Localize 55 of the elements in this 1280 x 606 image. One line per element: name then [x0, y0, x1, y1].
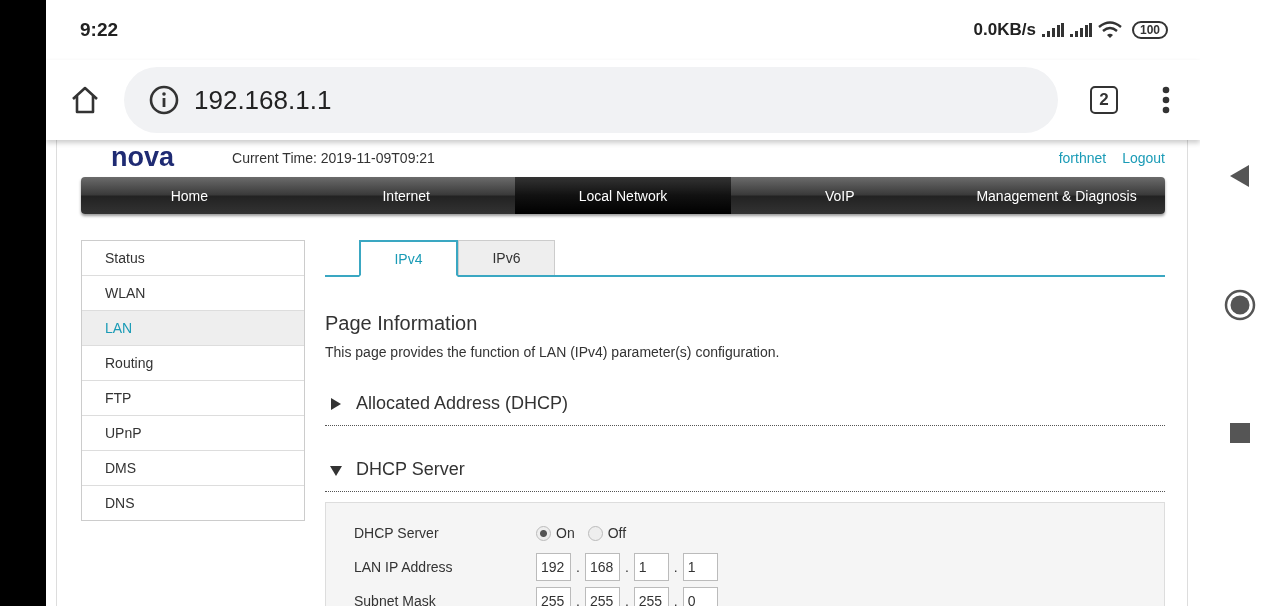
- home-icon[interactable]: [70, 85, 100, 115]
- page-description: This page provides the function of LAN (IPv4) parameter(s) configuration.: [325, 344, 781, 360]
- collapsed-triangle-icon[interactable]: [330, 397, 342, 410]
- sidebar-item[interactable]: DMS: [82, 450, 304, 485]
- nav-tab[interactable]: Management & Diagnosis: [948, 177, 1165, 214]
- octet-input[interactable]: 255: [536, 587, 571, 606]
- tab-count-button[interactable]: 2: [1090, 86, 1118, 114]
- octet-input[interactable]: 1: [682, 553, 718, 581]
- url-text: 192.168.1.1: [194, 84, 332, 116]
- field-label: LAN IP Address: [354, 559, 454, 575]
- expanded-triangle-icon[interactable]: [330, 463, 342, 476]
- octet-input[interactable]: 255: [584, 587, 620, 606]
- info-icon[interactable]: [148, 84, 180, 116]
- page-title: Page Information: [325, 312, 479, 335]
- octet-input[interactable]: 0: [682, 587, 718, 606]
- sidebar-item[interactable]: Status: [82, 241, 304, 275]
- nav-tab[interactable]: VoIP: [731, 177, 949, 214]
- field-label: Subnet Mask: [354, 593, 437, 606]
- nav-tab[interactable]: Home: [81, 177, 298, 214]
- octet-separator: .: [576, 559, 580, 575]
- network-speed: 0.0KB/s: [973, 20, 1036, 40]
- octet-separator: .: [576, 593, 580, 606]
- octet-separator: .: [673, 593, 678, 606]
- sidebar-item[interactable]: DNS: [82, 485, 304, 520]
- nav-tab[interactable]: Local Network: [514, 177, 732, 214]
- signal-icon: [1041, 23, 1064, 37]
- radio-button[interactable]: [587, 525, 603, 541]
- octet-input[interactable]: 192: [536, 553, 571, 581]
- octet-separator: .: [624, 593, 629, 606]
- section-title[interactable]: Allocated Address (DHCP): [356, 393, 569, 414]
- octet-input[interactable]: 1: [633, 553, 669, 581]
- back-icon[interactable]: [1230, 165, 1250, 187]
- radio-label[interactable]: On: [556, 525, 575, 541]
- octet-input[interactable]: 168: [584, 553, 620, 581]
- sidebar-item[interactable]: Routing: [82, 345, 304, 380]
- radio-button[interactable]: [536, 525, 551, 541]
- menu-icon[interactable]: [1162, 86, 1170, 114]
- octet-input[interactable]: 255: [633, 587, 669, 606]
- field-label: DHCP Server: [354, 525, 440, 541]
- section-title[interactable]: DHCP Server: [356, 459, 465, 480]
- radio-label[interactable]: Off: [607, 525, 627, 541]
- current-time: Current Time: 2019-11-09T09:21: [232, 150, 435, 168]
- tab[interactable]: IPv6: [458, 240, 555, 275]
- sidebar-item[interactable]: FTP: [82, 380, 304, 415]
- signal-icon: [1069, 23, 1092, 37]
- nav-tab[interactable]: Internet: [297, 177, 515, 214]
- wifi-icon: [1097, 21, 1122, 39]
- octet-separator: .: [624, 559, 629, 575]
- logo: nova: [111, 144, 175, 170]
- clock-time: 9:22: [80, 19, 119, 41]
- home-circle-icon[interactable]: [1224, 289, 1256, 321]
- address-bar[interactable]: 192.168.1.1: [124, 67, 1058, 133]
- octet-separator: .: [673, 559, 678, 575]
- battery-level: 100: [1131, 21, 1168, 39]
- sidebar-item[interactable]: UPnP: [82, 415, 304, 450]
